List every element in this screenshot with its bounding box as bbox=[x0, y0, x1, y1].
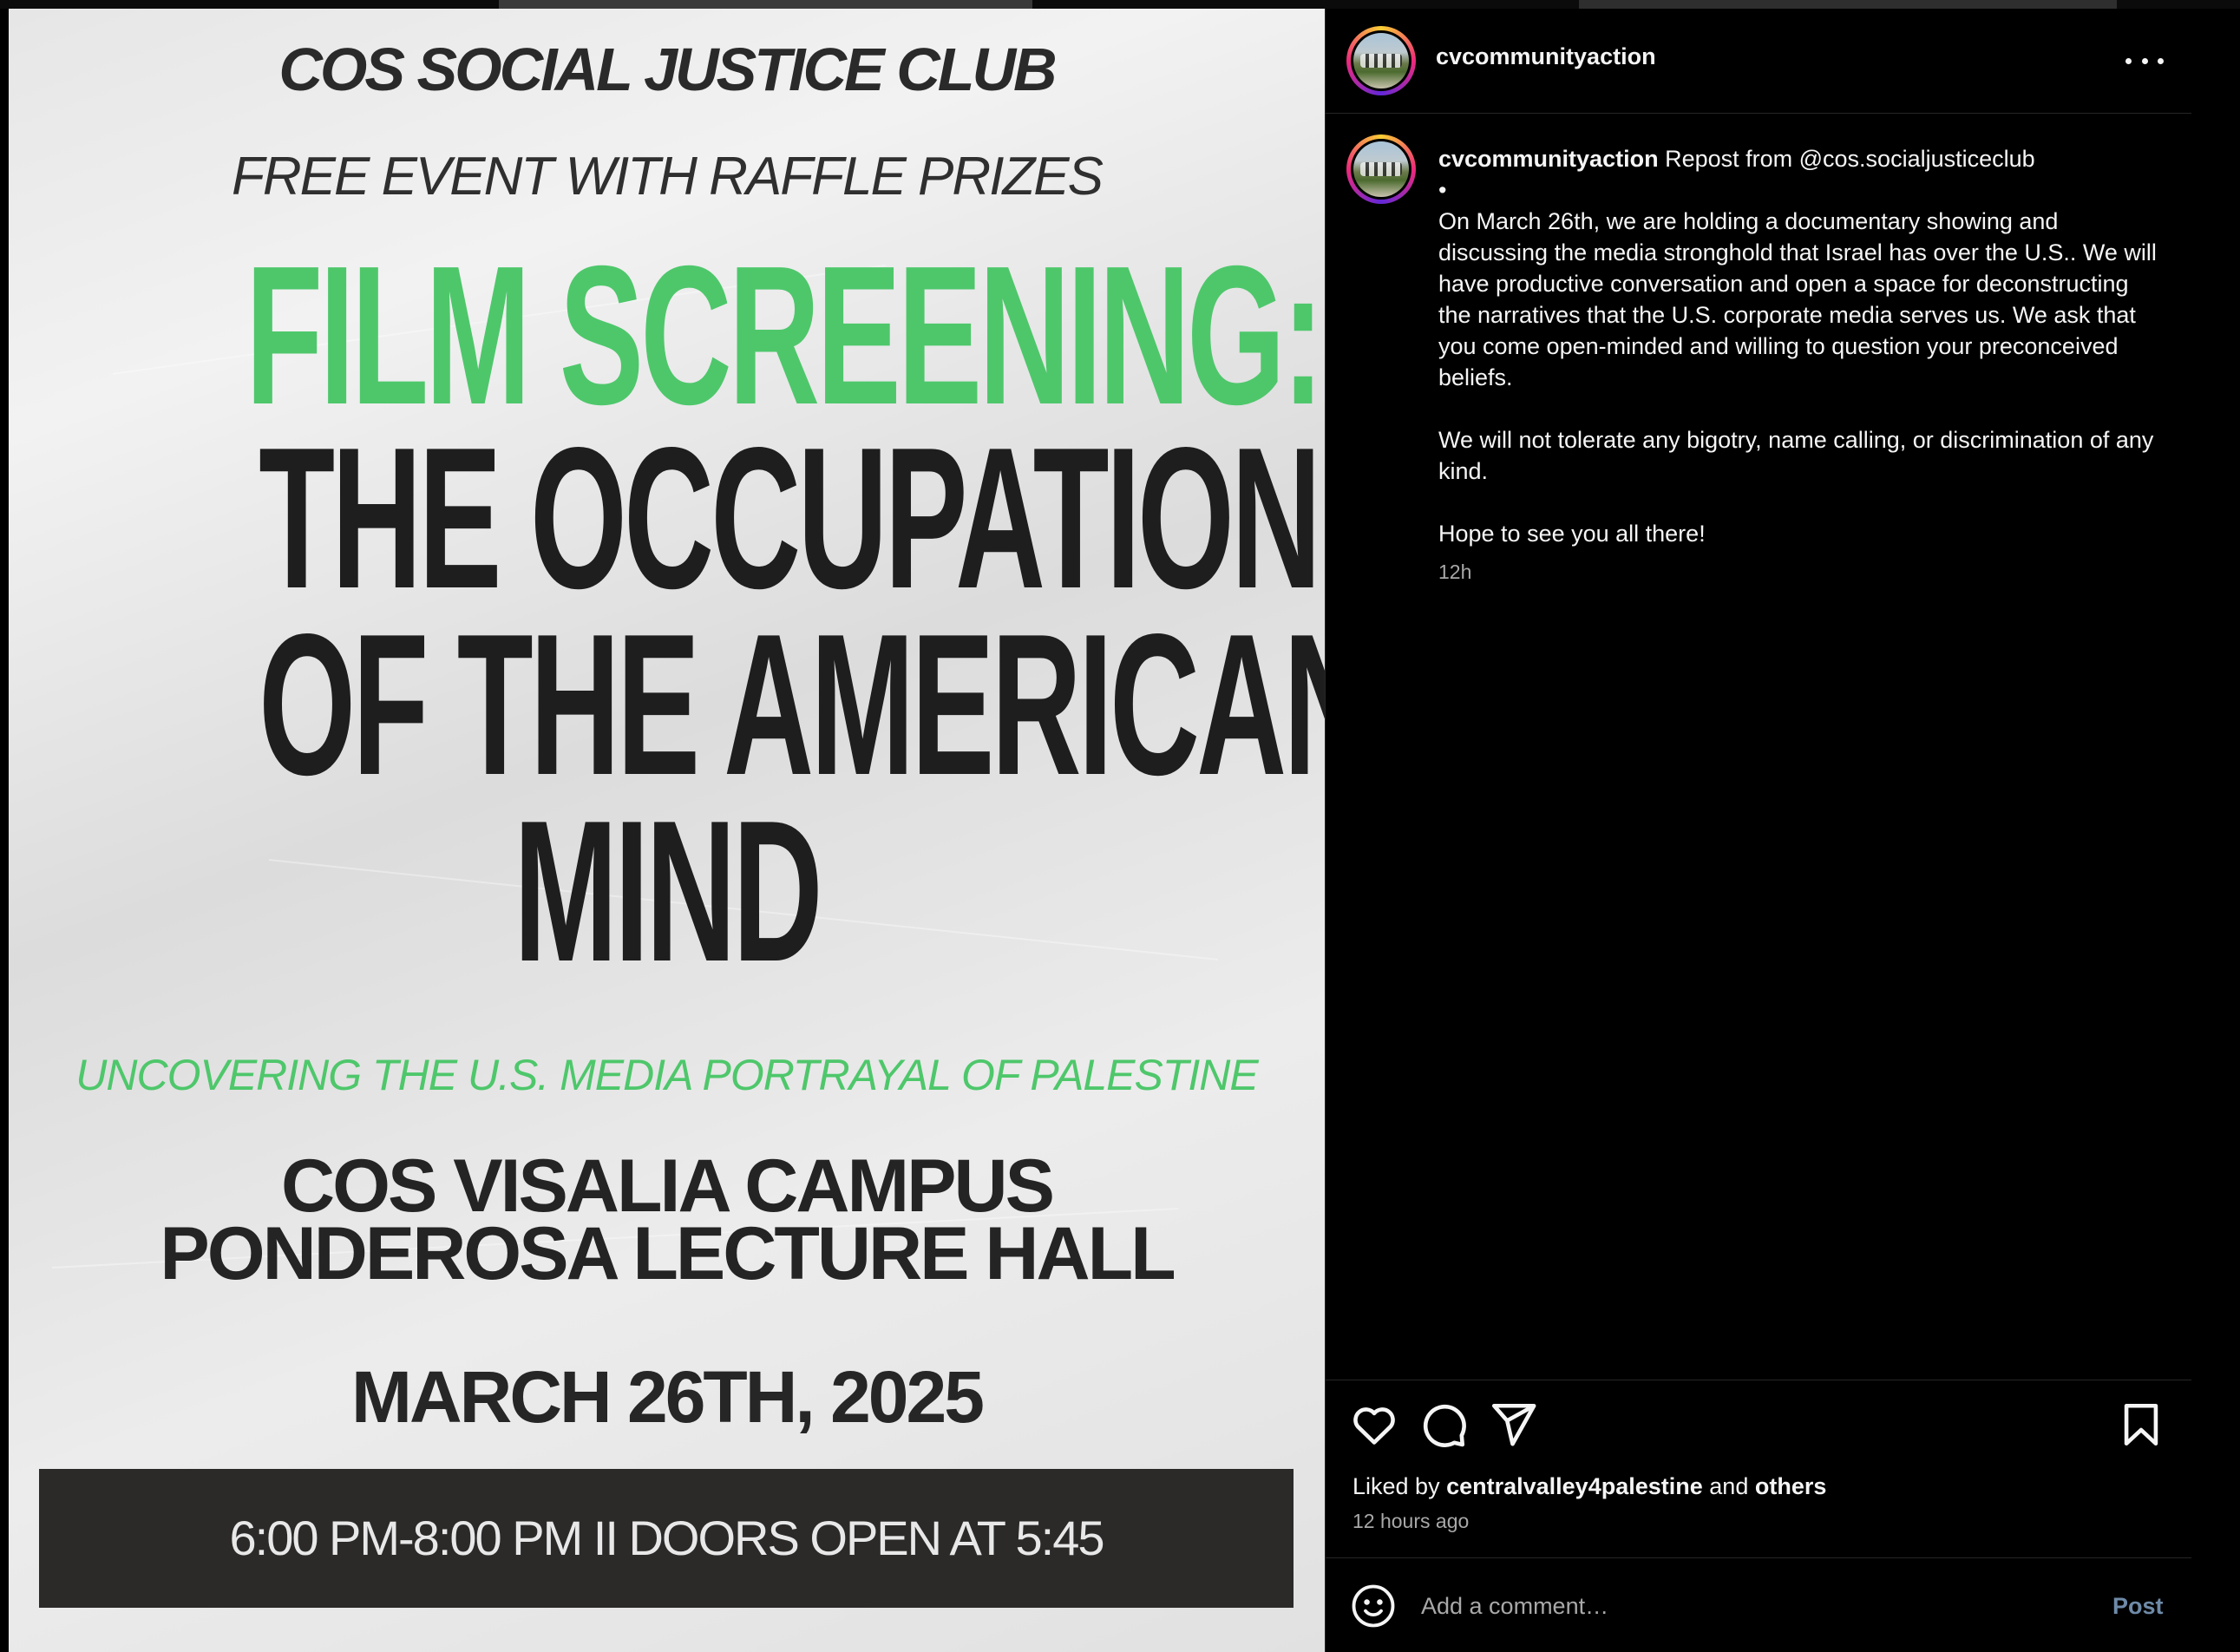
comment-input[interactable] bbox=[1421, 1583, 2028, 1629]
poster-club-name: COS SOCIAL JUSTICE CLUB bbox=[278, 36, 1057, 103]
caption-bullet: • bbox=[1438, 177, 1447, 203]
header-divider bbox=[1326, 113, 2191, 114]
poster-title-line: THE OCCUPATION bbox=[259, 406, 1321, 631]
poster-film-title: THE OCCUPATION OF THE AMERICAN MIND bbox=[259, 406, 1325, 1004]
comment-divider bbox=[1326, 1557, 2191, 1558]
poster-free-event: FREE EVENT WITH RAFFLE PRIZES bbox=[232, 147, 1104, 206]
avatar-image bbox=[1353, 141, 1409, 197]
post-image[interactable]: COS SOCIAL JUSTICE CLUB FREE EVENT WITH … bbox=[9, 9, 1325, 1652]
avatar-image bbox=[1353, 33, 1409, 88]
post-timestamp[interactable]: 12 hours ago bbox=[1353, 1510, 1469, 1533]
background-thumbnail bbox=[499, 0, 1032, 9]
caption-avatar[interactable] bbox=[1346, 134, 1416, 204]
more-horizontal-icon[interactable] bbox=[2125, 43, 2164, 78]
caption-paragraph-1: On March 26th, we are holding a document… bbox=[1438, 208, 2157, 390]
liked-by-prefix: Liked by bbox=[1353, 1473, 1440, 1499]
heart-icon[interactable] bbox=[1349, 1400, 1399, 1450]
poster-time-bar: 6:00 PM-8:00 PM II DOORS OPEN AT 5:45 bbox=[39, 1469, 1294, 1608]
caption-timestamp[interactable]: 12h bbox=[1438, 560, 1471, 584]
poster-title-line: OF THE AMERICAN bbox=[259, 593, 1325, 817]
caption-paragraph-2: We will not tolerate any bigotry, name c… bbox=[1438, 427, 2154, 484]
caption: cvcommunityaction Repost from @cos.socia… bbox=[1438, 143, 2158, 549]
liked-by-and: and bbox=[1709, 1473, 1749, 1499]
poster-date: MARCH 26TH, 2025 bbox=[351, 1356, 985, 1438]
background-thumbnail bbox=[1579, 0, 2117, 9]
bookmark-icon[interactable] bbox=[2116, 1400, 2166, 1450]
emoji-icon[interactable] bbox=[1350, 1583, 1397, 1629]
liked-by-others[interactable]: others bbox=[1755, 1473, 1827, 1499]
background-strip bbox=[0, 0, 2240, 9]
caption-paragraph-3: Hope to see you all there! bbox=[1438, 521, 1706, 547]
poster-location-line: COS VISALIA CAMPUS bbox=[281, 1144, 1055, 1228]
caption-first-line: cvcommunityaction Repost from @cos.socia… bbox=[1438, 143, 2158, 174]
poster-location-line: PONDEROSA LECTURE HALL bbox=[160, 1212, 1176, 1295]
caption-username[interactable]: cvcommunityaction bbox=[1438, 146, 1659, 172]
post-side-panel: cvcommunityaction cvcommunityaction Repo… bbox=[1326, 9, 2191, 1652]
share-icon[interactable] bbox=[1488, 1400, 1538, 1450]
caption-repost: Repost from @cos.socialjusticeclub bbox=[1665, 146, 2035, 172]
poster-location: COS VISALIA CAMPUS PONDEROSA LECTURE HAL… bbox=[9, 1144, 1325, 1295]
poster-subtitle: UNCOVERING THE U.S. MEDIA PORTRAYAL OF P… bbox=[75, 1051, 1259, 1099]
liked-by: Liked by centralvalley4palestine and oth… bbox=[1353, 1473, 1826, 1500]
liked-by-user[interactable]: centralvalley4palestine bbox=[1446, 1473, 1703, 1499]
header-avatar[interactable] bbox=[1346, 26, 1416, 95]
header-username[interactable]: cvcommunityaction bbox=[1436, 43, 1656, 70]
poster-title-line: MIND bbox=[514, 779, 822, 1004]
post-button[interactable]: Post bbox=[2112, 1593, 2164, 1620]
comment-icon[interactable] bbox=[1418, 1400, 1469, 1450]
